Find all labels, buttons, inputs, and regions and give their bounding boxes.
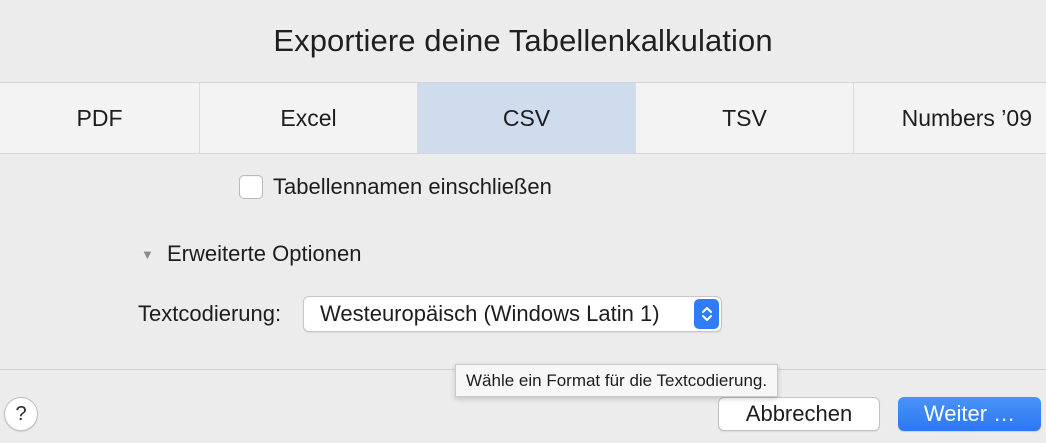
format-tab-bar: PDF Excel CSV TSV Numbers ’09 [0, 82, 1046, 154]
include-table-names-option[interactable]: Tabellennamen einschließen [239, 173, 552, 201]
include-table-names-label: Tabellennamen einschließen [273, 174, 552, 199]
text-encoding-popup[interactable]: Westeuropäisch (Windows Latin 1) [303, 296, 722, 332]
disclosure-triangle-down-icon: ▼ [141, 246, 154, 262]
include-table-names-checkbox[interactable] [239, 175, 263, 199]
continue-button[interactable]: Weiter … [898, 397, 1041, 431]
tab-csv[interactable]: CSV [418, 83, 636, 153]
tab-pdf[interactable]: PDF [0, 83, 200, 153]
tab-tsv[interactable]: TSV [636, 83, 854, 153]
text-encoding-label: Textcodierung: [138, 301, 282, 326]
text-encoding-value: Westeuropäisch (Windows Latin 1) [320, 301, 660, 326]
export-dialog: Exportiere deine Tabellenkalkulation PDF… [0, 0, 1046, 443]
cancel-button[interactable]: Abbrechen [718, 397, 880, 431]
encoding-tooltip: Wähle ein Format für die Textcodierung. [455, 364, 779, 397]
advanced-options-label: Erweiterte Optionen [167, 241, 362, 266]
tab-excel[interactable]: Excel [200, 83, 418, 153]
up-down-chevron-icon [694, 299, 719, 329]
tab-numbers-09[interactable]: Numbers ’09 [854, 83, 1046, 153]
help-button[interactable]: ? [4, 397, 38, 431]
advanced-options-disclosure[interactable]: ▼ Erweiterte Optionen [141, 240, 361, 268]
dialog-title: Exportiere deine Tabellenkalkulation [273, 23, 773, 58]
